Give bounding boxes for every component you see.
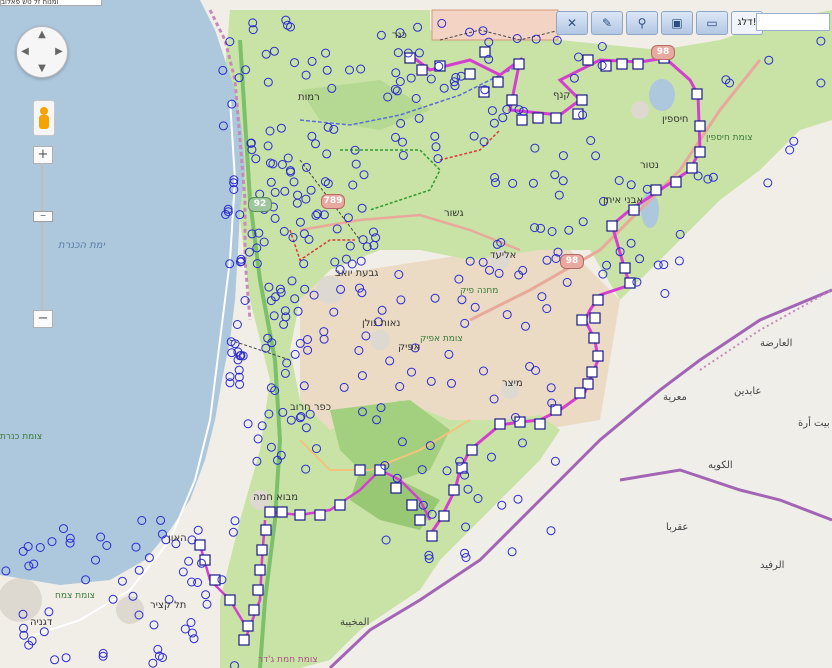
route-waypoint-marker[interactable] bbox=[448, 484, 460, 496]
route-waypoint-marker[interactable] bbox=[390, 482, 402, 494]
map-toolbar: ✕ ✎ ⚲ ▣ ▭ דלג! bbox=[556, 11, 763, 35]
route-waypoint-marker[interactable] bbox=[532, 112, 544, 124]
route-waypoint-marker[interactable] bbox=[632, 58, 644, 70]
route-waypoint-marker[interactable] bbox=[242, 620, 254, 632]
route-waypoint-marker[interactable] bbox=[404, 52, 416, 64]
route-waypoint-marker[interactable] bbox=[414, 514, 426, 526]
map-canvas[interactable] bbox=[0, 0, 832, 668]
zoom-in-button[interactable]: + bbox=[33, 146, 53, 164]
route-waypoint-marker[interactable] bbox=[686, 162, 698, 174]
route-waypoint-marker[interactable] bbox=[592, 294, 604, 306]
route-waypoint-marker[interactable] bbox=[466, 444, 478, 456]
pan-right-icon[interactable]: ▶ bbox=[54, 47, 64, 57]
route-waypoint-marker[interactable] bbox=[224, 594, 236, 606]
road-shield-789: 789 bbox=[321, 194, 345, 209]
route-waypoint-marker[interactable] bbox=[694, 146, 706, 158]
route-waypoint-marker[interactable] bbox=[616, 58, 628, 70]
pencil-icon[interactable]: ✎ bbox=[591, 11, 623, 35]
route-waypoint-marker[interactable] bbox=[606, 220, 618, 232]
route-waypoint-marker[interactable] bbox=[406, 499, 418, 511]
route-waypoint-marker[interactable] bbox=[694, 120, 706, 132]
road-shield-98-north: 98 bbox=[651, 45, 675, 60]
route-waypoint-marker[interactable] bbox=[209, 574, 221, 586]
pan-up-icon[interactable]: ▲ bbox=[37, 30, 47, 40]
road-shield-92: 92 bbox=[248, 197, 272, 212]
pin-icon[interactable]: ⚲ bbox=[626, 11, 658, 35]
route-waypoint-marker[interactable] bbox=[334, 499, 346, 511]
zoom-slider-track[interactable] bbox=[41, 163, 43, 310]
route-waypoint-marker[interactable] bbox=[650, 184, 662, 196]
route-waypoint-marker[interactable] bbox=[670, 176, 682, 188]
route-waypoint-marker[interactable] bbox=[513, 58, 525, 70]
route-waypoint-marker[interactable] bbox=[550, 112, 562, 124]
zoom-slider-handle[interactable]: − bbox=[33, 211, 53, 222]
residential-patch bbox=[501, 381, 519, 399]
route-waypoint-marker[interactable] bbox=[374, 464, 386, 476]
route-waypoint-marker[interactable] bbox=[514, 416, 526, 428]
reservoir bbox=[649, 79, 675, 111]
residential-patch bbox=[116, 596, 144, 624]
zoom-out-button[interactable]: − bbox=[33, 310, 53, 328]
route-waypoint-marker[interactable] bbox=[276, 506, 288, 518]
save-icon[interactable]: ▣ bbox=[661, 11, 693, 35]
route-waypoint-marker[interactable] bbox=[254, 564, 266, 576]
route-waypoint-marker[interactable] bbox=[582, 54, 594, 66]
route-waypoint-marker[interactable] bbox=[416, 64, 428, 76]
route-waypoint-marker[interactable] bbox=[256, 544, 268, 556]
route-waypoint-marker[interactable] bbox=[354, 464, 366, 476]
route-waypoint-marker[interactable] bbox=[248, 604, 260, 616]
route-waypoint-marker[interactable] bbox=[464, 68, 476, 80]
route-waypoint-marker[interactable] bbox=[314, 509, 326, 521]
route-waypoint-marker[interactable] bbox=[252, 584, 264, 596]
route-waypoint-marker[interactable] bbox=[264, 506, 276, 518]
pan-control[interactable]: ▲ ▼ ◀ ▶ bbox=[16, 26, 68, 78]
route-waypoint-marker[interactable] bbox=[494, 418, 506, 430]
route-waypoint-marker[interactable] bbox=[576, 314, 588, 326]
residential-patch bbox=[631, 101, 649, 119]
route-waypoint-marker[interactable] bbox=[438, 510, 450, 522]
route-waypoint-marker[interactable] bbox=[294, 509, 306, 521]
route-waypoint-marker[interactable] bbox=[506, 94, 518, 106]
close-icon[interactable]: ✕ bbox=[556, 11, 588, 35]
route-waypoint-marker[interactable] bbox=[592, 350, 604, 362]
road-shield-98: 98 bbox=[560, 254, 584, 269]
route-waypoint-marker[interactable] bbox=[628, 204, 640, 216]
route-waypoint-marker[interactable] bbox=[572, 108, 584, 120]
route-waypoint-marker[interactable] bbox=[492, 76, 504, 88]
route-waypoint-marker[interactable] bbox=[586, 366, 598, 378]
route-waypoint-marker[interactable] bbox=[691, 88, 703, 100]
route-waypoint-marker[interactable] bbox=[194, 539, 206, 551]
route-waypoint-marker[interactable] bbox=[426, 530, 438, 542]
pan-left-icon[interactable]: ◀ bbox=[20, 47, 30, 57]
search-input[interactable] bbox=[756, 13, 830, 31]
residential-patch bbox=[316, 276, 344, 304]
route-waypoint-marker[interactable] bbox=[516, 114, 528, 126]
route-waypoint-marker[interactable] bbox=[619, 262, 631, 274]
top-title-strip: ומנוח זל טשׂ פאלוב bbox=[0, 0, 102, 6]
route-waypoint-marker[interactable] bbox=[534, 418, 546, 430]
residential-patch bbox=[490, 250, 510, 270]
route-waypoint-marker[interactable] bbox=[574, 387, 586, 399]
residential-patch bbox=[370, 330, 390, 350]
route-waypoint-marker[interactable] bbox=[589, 312, 601, 324]
residential-patch bbox=[0, 578, 42, 622]
route-waypoint-marker[interactable] bbox=[576, 94, 588, 106]
route-waypoint-marker[interactable] bbox=[588, 332, 600, 344]
route-waypoint-marker[interactable] bbox=[238, 634, 250, 646]
folder-icon[interactable]: ▭ bbox=[696, 11, 728, 35]
pan-down-icon[interactable]: ▼ bbox=[37, 64, 47, 74]
route-waypoint-marker[interactable] bbox=[260, 524, 272, 536]
street-view-pegman-icon[interactable] bbox=[33, 100, 55, 136]
